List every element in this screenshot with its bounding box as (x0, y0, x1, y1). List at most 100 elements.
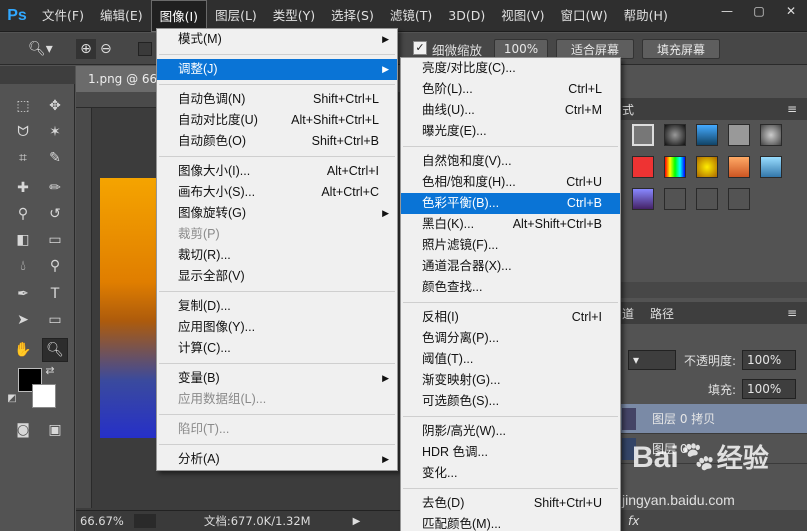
style-swatch[interactable] (728, 124, 750, 146)
close-button[interactable]: ✕ (775, 0, 807, 22)
zoom-level[interactable]: 66.67% (80, 514, 124, 528)
swap-colors-icon[interactable]: ⇄ (42, 362, 58, 378)
style-swatch[interactable] (760, 156, 782, 178)
eraser-tool-icon[interactable]: ◧ (10, 228, 36, 252)
style-swatch[interactable] (696, 188, 718, 210)
default-colors-icon[interactable]: ◩ (4, 390, 20, 406)
style-swatch[interactable] (632, 156, 654, 178)
brush-tool-icon[interactable]: ✏ (42, 176, 68, 200)
image-menu-item[interactable]: 裁切(R)... (157, 245, 397, 266)
adjust-menu-item[interactable]: 亮度/对比度(C)... (401, 58, 620, 79)
eyedropper-tool-icon[interactable]: ✎ (42, 146, 68, 170)
image-menu-item[interactable]: 计算(C)... (157, 338, 397, 359)
lasso-tool-icon[interactable]: ᗢ (10, 120, 36, 144)
image-menu-item[interactable]: 变量(B) ▶ (157, 368, 397, 389)
layer-name[interactable]: 图层 0 拷贝 (652, 410, 715, 427)
healing-brush-icon[interactable]: ✚ (10, 176, 36, 200)
adjust-menu-item[interactable]: 通道混合器(X)... (401, 256, 620, 277)
adjust-menu-item[interactable]: 变化... (401, 463, 620, 484)
dodge-tool-icon[interactable]: ⚲ (42, 254, 68, 278)
image-menu-item[interactable]: 画布大小(S)... Alt+Ctrl+C (157, 182, 397, 203)
crop-tool-icon[interactable]: ⌗ (10, 146, 36, 170)
style-swatch[interactable] (664, 156, 686, 178)
image-menu-item[interactable]: 应用图像(Y)... (157, 317, 397, 338)
pen-tool-icon[interactable]: ✒ (10, 282, 36, 306)
blur-tool-icon[interactable]: 💧︎ (10, 254, 36, 278)
style-swatch[interactable] (696, 156, 718, 178)
resize-windows-checkbox[interactable] (138, 42, 152, 56)
menu-edit[interactable]: 编辑(E) (92, 0, 151, 32)
menu-layer[interactable]: 图层(L) (207, 0, 265, 32)
image-menu-item[interactable]: 模式(M) ▶ (157, 29, 397, 50)
image-menu-item[interactable]: 调整(J) ▶ (157, 59, 397, 80)
image-menu-item[interactable]: 分析(A) ▶ (157, 449, 397, 470)
fill-screen-button[interactable]: 填充屏幕 (642, 39, 720, 59)
menu-view[interactable]: 视图(V) (493, 0, 552, 32)
type-tool-icon[interactable]: T (42, 282, 68, 306)
status-menu-arrow-icon[interactable]: ▶ (353, 516, 361, 527)
blend-mode-select[interactable]: ▾ (628, 350, 676, 370)
rectangle-tool-icon[interactable]: ▭ (42, 308, 68, 332)
clone-stamp-icon[interactable]: ⚲ (10, 202, 36, 226)
history-brush-icon[interactable]: ↺ (42, 202, 68, 226)
quick-mask-icon[interactable]: ◙ (10, 418, 36, 442)
marquee-tool-icon[interactable]: ⬚ (10, 94, 36, 118)
image-menu-item[interactable]: 图像大小(I)... Alt+Ctrl+I (157, 161, 397, 182)
move-tool-icon[interactable]: ✥ (42, 94, 68, 118)
menu-image[interactable]: 图像(I) (150, 0, 208, 32)
image-menu-item[interactable]: 显示全部(V) (157, 266, 397, 287)
adjust-menu-item[interactable]: 可选颜色(S)... (401, 391, 620, 412)
gradient-tool-icon[interactable]: ▭ (42, 228, 68, 252)
adjust-menu-item[interactable]: 渐变映射(G)... (401, 370, 620, 391)
menu-filter[interactable]: 滤镜(T) (382, 0, 440, 32)
adjust-menu-item[interactable]: 匹配颜色(M)... (401, 514, 620, 531)
adjust-menu-item[interactable]: 色彩平衡(B)... Ctrl+B (401, 193, 620, 214)
adjust-menu-item[interactable]: 照片滤镜(F)... (401, 235, 620, 256)
adjust-menu-item[interactable]: 色调分离(P)... (401, 328, 620, 349)
adjust-menu-item[interactable]: 曝光度(E)... (401, 121, 620, 142)
image-menu-item[interactable]: 复制(D)... (157, 296, 397, 317)
path-selection-icon[interactable]: ➤ (10, 308, 36, 332)
style-swatch[interactable] (728, 156, 750, 178)
adjust-menu-item[interactable]: 自然饱和度(V)... (401, 151, 620, 172)
menu-type[interactable]: 类型(Y) (265, 0, 323, 32)
document-tab[interactable]: 1.png @ 66. (76, 66, 156, 92)
adjust-menu-item[interactable]: 色阶(L)... Ctrl+L (401, 79, 620, 100)
menu-select[interactable]: 选择(S) (323, 0, 382, 32)
adjust-menu-item[interactable]: 去色(D) Shift+Ctrl+U (401, 493, 620, 514)
channels-tab[interactable]: 道 (622, 305, 634, 322)
adjust-menu-item[interactable]: 阴影/高光(W)... (401, 421, 620, 442)
style-swatch[interactable] (664, 188, 686, 210)
style-swatch[interactable] (728, 188, 750, 210)
fill-input[interactable]: 100% (742, 379, 796, 399)
scrubby-zoom-checkbox[interactable]: ✓ (413, 41, 427, 55)
style-swatch[interactable] (664, 124, 686, 146)
screen-mode-icon[interactable]: ▣ (42, 418, 68, 442)
image-menu-item[interactable]: 自动颜色(O) Shift+Ctrl+B (157, 131, 397, 152)
style-swatch[interactable] (632, 188, 654, 210)
adjust-menu-item[interactable]: 黑白(K)... Alt+Shift+Ctrl+B (401, 214, 620, 235)
zoom-tool-icon[interactable]: 🔍︎ (42, 338, 68, 362)
zoom-in-icon[interactable]: ⊕ (76, 39, 96, 59)
image-menu-item[interactable]: 自动色调(N) Shift+Ctrl+L (157, 89, 397, 110)
adjust-menu-item[interactable]: HDR 色调... (401, 442, 620, 463)
zoom-dropdown-icon[interactable] (133, 514, 156, 528)
style-swatch[interactable] (696, 124, 718, 146)
fit-screen-button[interactable]: 适合屏幕 (556, 39, 634, 59)
hand-tool-icon[interactable]: ✋ (10, 338, 36, 362)
menu-file[interactable]: 文件(F) (34, 0, 92, 32)
background-color-swatch[interactable] (32, 384, 56, 408)
adjust-menu-item[interactable]: 反相(I) Ctrl+I (401, 307, 620, 328)
zoom-tool-icon[interactable]: 🔍︎▾ (28, 39, 53, 59)
minimize-button[interactable]: — (711, 0, 743, 22)
paths-tab[interactable]: 路径 (650, 305, 674, 322)
adjust-menu-item[interactable]: 阈值(T)... (401, 349, 620, 370)
zoom-out-icon[interactable]: ⊖ (100, 39, 112, 59)
image-menu-item[interactable]: 自动对比度(U) Alt+Shift+Ctrl+L (157, 110, 397, 131)
opacity-input[interactable]: 100% (742, 350, 796, 370)
adjust-menu-item[interactable]: 颜色查找... (401, 277, 620, 298)
styles-tab[interactable]: 式 (622, 101, 634, 118)
menu-3d[interactable]: 3D(D) (440, 0, 493, 32)
adjust-menu-item[interactable]: 色相/饱和度(H)... Ctrl+U (401, 172, 620, 193)
panel-menu-icon[interactable]: ≡ (787, 102, 797, 116)
